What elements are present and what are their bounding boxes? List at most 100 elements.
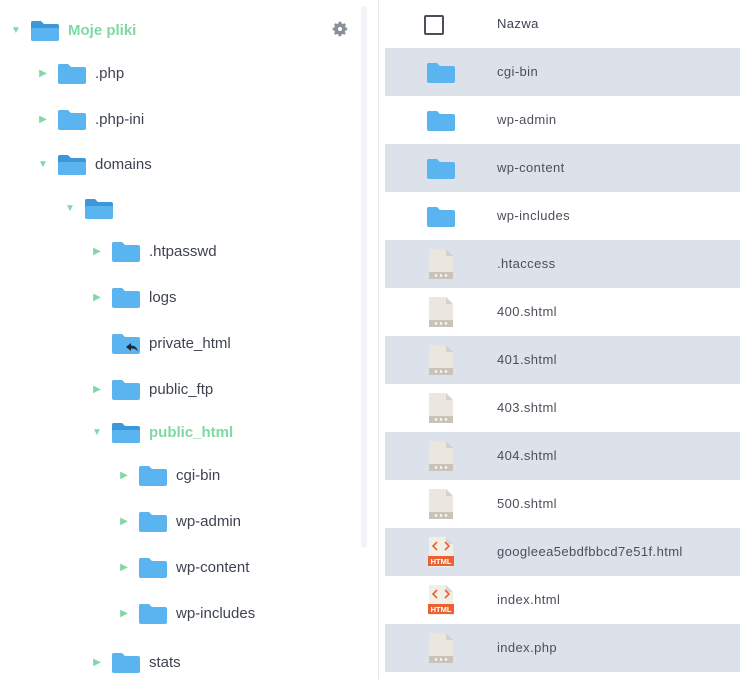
tree-item-cgi-bin[interactable]: ▶ cgi-bin xyxy=(118,460,220,490)
tree-root-moje-pliki[interactable]: ▼ Moje pliki xyxy=(10,15,136,45)
file-row[interactable]: index.php xyxy=(385,624,740,672)
file-row[interactable]: wp-includes xyxy=(385,192,740,240)
tree-item-php-ini[interactable]: ▶ .php-ini xyxy=(37,104,144,134)
folder-icon xyxy=(426,154,456,185)
file-list: Nazwa cgi-bin wp-admin wp-content wp-includ… xyxy=(385,0,740,679)
tree-item-label: public_ftp xyxy=(149,380,214,398)
folder-icon xyxy=(111,285,141,309)
caret-placeholder xyxy=(91,337,103,349)
file-name: 404.shtml xyxy=(497,448,557,463)
tree-item-wp-includes[interactable]: ▶ wp-includes xyxy=(118,598,255,628)
file-name: 400.shtml xyxy=(497,304,557,319)
caret-right-icon[interactable]: ▶ xyxy=(91,656,103,668)
folder-icon xyxy=(138,601,168,625)
tree-item-label: cgi-bin xyxy=(176,466,221,484)
file-name: index.php xyxy=(497,640,557,655)
file-icon xyxy=(426,249,454,285)
file-row[interactable]: wp-content xyxy=(385,144,740,192)
tree-item-label: .php xyxy=(95,64,125,82)
tree-item-wp-admin[interactable]: ▶ wp-admin xyxy=(118,506,241,536)
folder-tree: ▼ Moje pliki ▶ .php ▶ .php-ini ▼ domains… xyxy=(0,0,378,679)
file-name: .htaccess xyxy=(497,256,556,271)
folder-link-icon xyxy=(111,331,141,355)
caret-down-icon[interactable]: ▼ xyxy=(37,158,49,170)
tree-item-label: domains xyxy=(95,155,152,173)
tree-item-label: .htpasswd xyxy=(149,242,217,260)
html-file-icon: HTML xyxy=(426,585,454,621)
caret-right-icon[interactable]: ▶ xyxy=(118,515,130,527)
caret-right-icon[interactable]: ▶ xyxy=(37,67,49,79)
file-row[interactable]: 403.shtml xyxy=(385,384,740,432)
caret-right-icon[interactable]: ▶ xyxy=(37,113,49,125)
file-icon xyxy=(426,297,454,333)
folder-icon xyxy=(426,106,456,137)
file-row[interactable]: HTML googleea5ebdfbbcd7e51f.html xyxy=(385,528,740,576)
panel-divider xyxy=(378,0,379,679)
file-row[interactable]: 404.shtml xyxy=(385,432,740,480)
tree-item-label: stats xyxy=(149,653,181,671)
tree-item-label: .php-ini xyxy=(95,110,145,128)
tree-item-logs[interactable]: ▶ logs xyxy=(91,282,177,312)
caret-down-icon[interactable]: ▼ xyxy=(10,24,22,36)
file-row[interactable]: 401.shtml xyxy=(385,336,740,384)
caret-right-icon[interactable]: ▶ xyxy=(118,469,130,481)
tree-item-label: wp-includes xyxy=(176,604,256,622)
tree-item-label: logs xyxy=(149,288,177,306)
list-header: Nazwa xyxy=(385,0,740,48)
file-name: index.html xyxy=(497,592,561,607)
tree-item-label: public_html xyxy=(149,423,234,441)
tree-scrollbar[interactable] xyxy=(361,6,367,548)
tree-item-label: private_html xyxy=(149,334,231,352)
file-icon xyxy=(426,441,454,477)
tree-item-stats[interactable]: ▶ stats xyxy=(91,647,181,677)
folder-icon xyxy=(111,650,141,674)
caret-down-icon[interactable]: ▼ xyxy=(91,426,103,438)
folder-icon xyxy=(57,61,87,85)
folder-icon xyxy=(426,58,456,89)
folder-icon xyxy=(138,555,168,579)
file-row[interactable]: 400.shtml xyxy=(385,288,740,336)
caret-right-icon[interactable]: ▶ xyxy=(91,291,103,303)
file-name: 403.shtml xyxy=(497,400,557,415)
tree-item-private-html[interactable]: private_html xyxy=(91,328,231,358)
select-all-checkbox[interactable] xyxy=(424,15,444,35)
caret-right-icon[interactable]: ▶ xyxy=(118,561,130,573)
tree-item-htpasswd[interactable]: ▶ .htpasswd xyxy=(91,236,217,266)
svg-text:HTML: HTML xyxy=(431,605,452,614)
caret-right-icon[interactable]: ▶ xyxy=(91,245,103,257)
svg-text:HTML: HTML xyxy=(431,557,452,566)
file-name: googleea5ebdfbbcd7e51f.html xyxy=(497,544,683,559)
file-row[interactable]: cgi-bin xyxy=(385,48,740,96)
file-name: 401.shtml xyxy=(497,352,557,367)
column-header-name[interactable]: Nazwa xyxy=(497,16,539,31)
html-file-icon: HTML xyxy=(426,537,454,573)
caret-down-icon[interactable]: ▼ xyxy=(64,202,76,214)
file-name: cgi-bin xyxy=(497,64,539,79)
tree-item-domains[interactable]: ▼ domains xyxy=(37,149,152,179)
file-icon xyxy=(426,345,454,381)
tree-item-public-ftp[interactable]: ▶ public_ftp xyxy=(91,374,213,404)
caret-right-icon[interactable]: ▶ xyxy=(118,607,130,619)
gear-icon[interactable] xyxy=(330,19,350,39)
folder-icon xyxy=(426,202,456,233)
folder-open-icon xyxy=(57,152,87,176)
file-row[interactable]: 500.shtml xyxy=(385,480,740,528)
folder-open-icon xyxy=(111,420,141,444)
file-icon xyxy=(426,489,454,525)
folder-icon xyxy=(138,463,168,487)
file-name: wp-includes xyxy=(497,208,571,223)
file-row[interactable]: .htaccess xyxy=(385,240,740,288)
tree-item-label: wp-admin xyxy=(176,512,242,530)
folder-icon xyxy=(111,239,141,263)
folder-icon xyxy=(138,509,168,533)
file-icon xyxy=(426,393,454,429)
file-row[interactable]: HTML index.html xyxy=(385,576,740,624)
tree-item-public-html[interactable]: ▼ public_html xyxy=(91,417,233,447)
tree-item-wp-content[interactable]: ▶ wp-content xyxy=(118,552,249,582)
file-row[interactable]: wp-admin xyxy=(385,96,740,144)
tree-item-php[interactable]: ▶ .php xyxy=(37,58,124,88)
folder-open-icon xyxy=(84,196,114,220)
tree-item-domain[interactable]: ▼ xyxy=(64,193,122,223)
folder-icon xyxy=(111,377,141,401)
caret-right-icon[interactable]: ▶ xyxy=(91,383,103,395)
